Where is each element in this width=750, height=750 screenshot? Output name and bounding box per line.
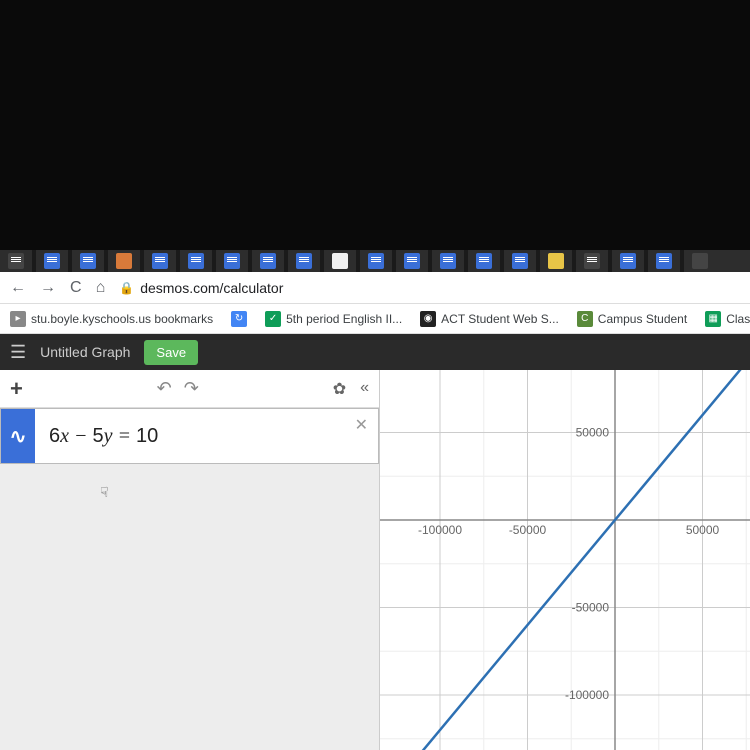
bookmark-label: 5th period English II... [286, 312, 402, 326]
svg-text:50000: 50000 [576, 426, 610, 440]
forward-button[interactable]: → [40, 279, 56, 297]
tab-icon[interactable] [656, 253, 672, 269]
home-button[interactable]: ⌂ [96, 279, 106, 297]
collapse-panel-button[interactable]: « [360, 379, 369, 399]
url-field[interactable]: 🔒 desmos.com/calculator [119, 280, 283, 296]
bookmark-label: stu.boyle.kyschools.us bookmarks [31, 312, 213, 326]
cursor-icon: ☟ [100, 484, 109, 501]
tab-icon[interactable] [188, 253, 204, 269]
bookmark-item[interactable]: ▦ Classes [705, 311, 750, 327]
expression-empty-area[interactable]: ☟ [0, 464, 379, 750]
bookmark-label: ACT Student Web S... [441, 312, 559, 326]
wave-icon: ∿ [10, 424, 27, 449]
svg-text:50000: 50000 [686, 523, 720, 537]
bookmark-icon: ✓ [265, 311, 281, 327]
tab-icon[interactable] [548, 253, 564, 269]
tab-icon[interactable] [80, 253, 96, 269]
app-header: ☰ Untitled Graph Save [0, 334, 750, 370]
back-button[interactable]: ← [10, 279, 26, 297]
tab-icon[interactable] [440, 253, 456, 269]
menu-icon[interactable]: ☰ [10, 342, 26, 363]
graph-title[interactable]: Untitled Graph [40, 344, 130, 360]
svg-text:-100000: -100000 [418, 523, 462, 537]
tab-icon[interactable] [44, 253, 60, 269]
tab-icon[interactable] [296, 253, 312, 269]
tab-icon[interactable] [584, 253, 600, 269]
svg-text:-100000: -100000 [565, 688, 609, 702]
graph-canvas[interactable]: -100000 -50000 50000 -100000 -50000 50000 [380, 370, 750, 750]
tab-icon[interactable] [404, 253, 420, 269]
bookmark-icon: ▦ [705, 311, 721, 327]
bookmark-label: Campus Student [598, 312, 687, 326]
bookmark-item[interactable]: ▸ stu.boyle.kyschools.us bookmarks [10, 311, 213, 327]
delete-expression-button[interactable]: ✕ [355, 415, 368, 435]
svg-text:-50000: -50000 [572, 601, 610, 615]
tab-icon[interactable] [260, 253, 276, 269]
tab-icon[interactable] [332, 253, 348, 269]
save-button[interactable]: Save [144, 340, 198, 365]
tab-icon[interactable] [476, 253, 492, 269]
tab-icon[interactable] [116, 253, 132, 269]
address-bar: ← → C ⌂ 🔒 desmos.com/calculator [0, 272, 750, 304]
browser-tab-strip [0, 250, 750, 272]
lock-icon: 🔒 [119, 281, 134, 295]
tab-icon[interactable] [368, 253, 384, 269]
bookmark-item[interactable]: ✓ 5th period English II... [265, 311, 402, 327]
svg-text:-50000: -50000 [509, 523, 547, 537]
settings-icon[interactable]: ✿ [333, 379, 346, 399]
bookmark-item[interactable]: ↻ [231, 311, 247, 327]
tab-icon[interactable] [224, 253, 240, 269]
tab-icon[interactable] [692, 253, 708, 269]
bookmark-icon: ◉ [420, 311, 436, 327]
expression-icon-badge[interactable]: ∿ [1, 409, 35, 463]
redo-button[interactable]: ↷ [184, 378, 199, 399]
tab-icon[interactable] [620, 253, 636, 269]
url-text: desmos.com/calculator [140, 280, 283, 296]
expression-row[interactable]: ∿ 6x − 5y = 10 ✕ [0, 408, 379, 464]
expression-toolbar: + ↶ ↷ ✿ « [0, 370, 379, 408]
add-expression-button[interactable]: + [10, 376, 23, 402]
undo-button[interactable]: ↶ [157, 378, 172, 399]
expression-panel: + ↶ ↷ ✿ « ∿ 6x − 5y = 10 [0, 370, 380, 750]
tab-icon[interactable] [152, 253, 168, 269]
bookmark-icon: C [577, 311, 593, 327]
graph-svg: -100000 -50000 50000 -100000 -50000 50000 [380, 370, 750, 750]
bookmark-item[interactable]: C Campus Student [577, 311, 687, 327]
tab-icon[interactable] [512, 253, 528, 269]
bookmarks-bar: ▸ stu.boyle.kyschools.us bookmarks ↻ ✓ 5… [0, 304, 750, 334]
bookmark-item[interactable]: ◉ ACT Student Web S... [420, 311, 559, 327]
bookmark-label: Classes [726, 312, 750, 326]
reload-button[interactable]: C [70, 279, 82, 297]
expression-input[interactable]: 6x − 5y = 10 [35, 425, 378, 448]
folder-icon: ▸ [10, 311, 26, 327]
tab-icon[interactable] [8, 253, 24, 269]
bookmark-icon: ↻ [231, 311, 247, 327]
